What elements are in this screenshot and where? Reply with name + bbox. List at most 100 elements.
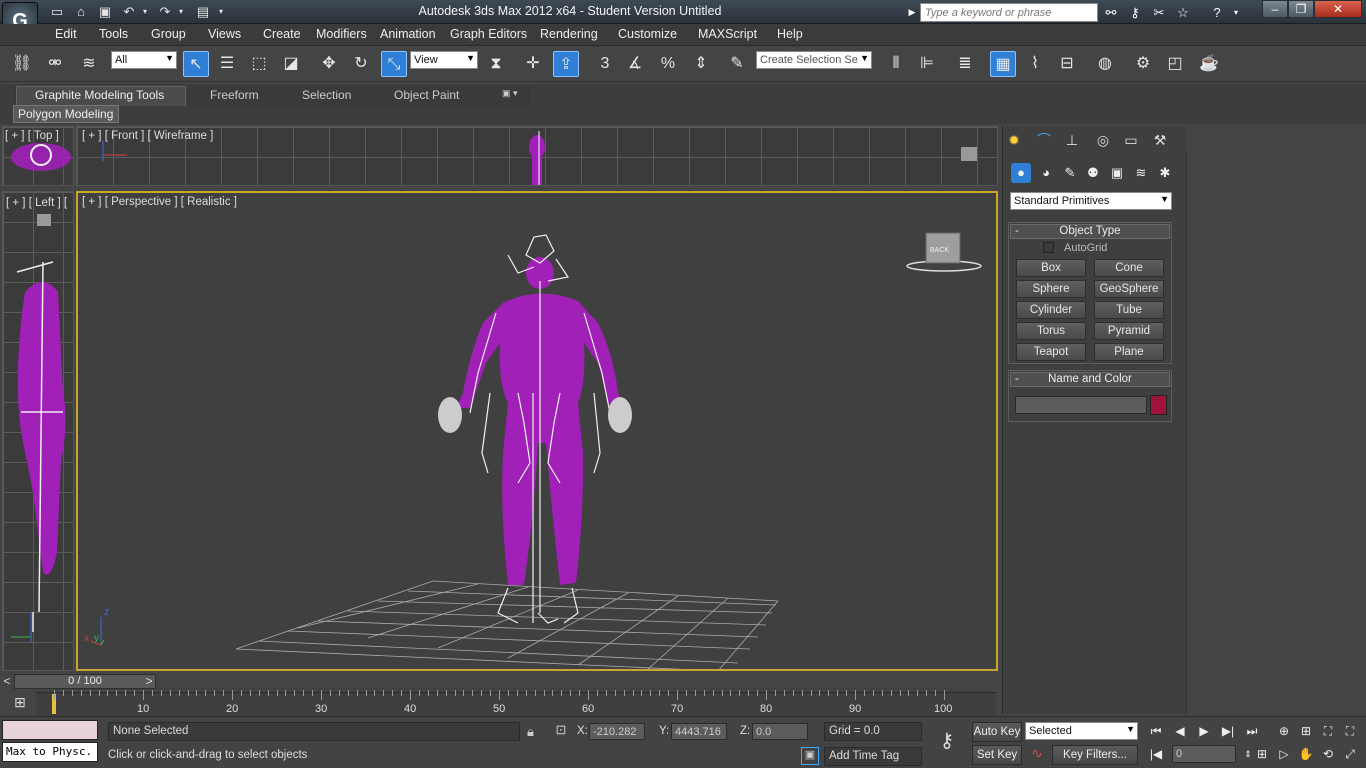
polygon-modeling-panel[interactable]: Polygon Modeling — [13, 105, 119, 123]
menu-help[interactable]: Help — [777, 27, 803, 41]
display-tab-icon[interactable]: ▭ — [1121, 130, 1141, 150]
torus-button[interactable]: Torus — [1016, 322, 1086, 340]
zoom-icon[interactable]: ⊕ — [1274, 721, 1294, 741]
time-tag-icon[interactable]: ▣ — [801, 747, 819, 765]
auto-key-button[interactable]: Auto Key — [972, 722, 1022, 742]
menu-customize[interactable]: Customize — [618, 27, 677, 41]
select-by-name-icon[interactable]: ☰ — [214, 51, 240, 77]
current-frame-field[interactable]: 0 — [1172, 745, 1236, 763]
viewport-left[interactable] — [2, 191, 74, 671]
undo-dropdown-icon[interactable]: ▾ — [140, 3, 150, 20]
zoom-extents-icon[interactable]: ⛶ — [1318, 721, 1338, 741]
bind-to-space-warp-icon[interactable]: ≋ — [76, 51, 102, 77]
menu-graph-editors[interactable]: Graph Editors — [450, 27, 527, 41]
rectangular-selection-icon[interactable]: ⬚ — [246, 51, 272, 77]
cameras-icon[interactable]: ⚉ — [1083, 163, 1103, 183]
motion-tab-icon[interactable]: ◎ — [1093, 130, 1113, 150]
time-slider[interactable]: 0 / 100 — [14, 674, 156, 689]
angle-snap-icon[interactable]: ∡ — [622, 51, 648, 77]
viewport-left-label[interactable]: [ + ] [ Left ] [ — [6, 197, 67, 209]
maximize-viewport-icon[interactable]: ⤢ — [1340, 744, 1360, 764]
hierarchy-tab-icon[interactable]: ⊥ — [1062, 130, 1082, 150]
zoom-extents-all-icon[interactable]: ⛶ — [1340, 721, 1360, 741]
spinner-snap-icon[interactable]: ⇕ — [688, 51, 714, 77]
go-to-start-icon[interactable]: ⏮ — [1146, 721, 1166, 741]
maxscript-listener-input[interactable] — [2, 720, 98, 740]
set-key-icon[interactable]: ⚷ — [932, 728, 962, 756]
menu-group[interactable]: Group — [151, 27, 186, 41]
menu-animation[interactable]: Animation — [380, 27, 436, 41]
menu-tools[interactable]: Tools — [99, 27, 128, 41]
viewport-perspective-label[interactable]: [ + ] [ Perspective ] [ Realistic ] — [82, 196, 237, 208]
menu-create[interactable]: Create — [263, 27, 301, 41]
snaps-toggle-icon[interactable]: 3 — [592, 51, 618, 77]
select-and-rotate-icon[interactable]: ↻ — [348, 51, 374, 77]
favorites-star-icon[interactable]: ☆ — [1174, 4, 1192, 21]
keyboard-shortcut-override-icon[interactable]: ⇪ — [553, 51, 579, 77]
select-and-link-icon[interactable]: ⛓ — [9, 51, 35, 77]
menu-rendering[interactable]: Rendering — [540, 27, 598, 41]
box-button[interactable]: Box — [1016, 259, 1086, 277]
shapes-icon[interactable]: ◕ — [1036, 163, 1056, 183]
select-object-icon[interactable]: ↖ — [183, 51, 209, 77]
help-icon[interactable]: ? — [1208, 4, 1226, 21]
track-bar-toggle-icon[interactable]: ⊞ — [8, 694, 32, 714]
absolute-mode-icon[interactable]: ⊡ — [552, 722, 570, 740]
key-mode-dropdown[interactable]: Selected ▼ — [1025, 722, 1138, 740]
key-mode-toggle-icon[interactable]: |◀ — [1146, 744, 1166, 764]
cylinder-button[interactable]: Cylinder — [1016, 301, 1086, 319]
menu-views[interactable]: Views — [208, 27, 241, 41]
maxscript-output[interactable]: Max to Physc. — [2, 742, 98, 762]
tube-button[interactable]: Tube — [1094, 301, 1164, 319]
tab-object-paint[interactable]: Object Paint — [394, 88, 459, 102]
unlink-selection-icon[interactable]: ⚮ — [42, 51, 68, 77]
key-tangent-icon[interactable]: ∿ — [1028, 745, 1046, 765]
time-slider-next[interactable]: > — [142, 674, 156, 689]
plane-button[interactable]: Plane — [1094, 343, 1164, 361]
align-icon[interactable]: ⊫ — [914, 51, 940, 77]
menu-edit[interactable]: Edit — [55, 27, 77, 41]
tab-freeform[interactable]: Freeform — [210, 88, 259, 102]
viewcube[interactable]: BACK — [906, 232, 982, 272]
name-color-header[interactable]: - Name and Color — [1010, 372, 1170, 387]
render-production-icon[interactable]: ☕ — [1196, 51, 1222, 77]
infocenter-search-input[interactable]: Type a keyword or phrase — [920, 3, 1098, 22]
utilities-tab-icon[interactable]: ⚒ — [1150, 130, 1170, 150]
new-file-icon[interactable]: ▭ — [48, 3, 66, 20]
lights-icon[interactable]: ✎ — [1060, 163, 1080, 183]
curve-editor-icon[interactable]: ⌇ — [1022, 51, 1048, 77]
object-name-field[interactable] — [1015, 396, 1147, 414]
rendered-frame-window-icon[interactable]: ◰ — [1162, 51, 1188, 77]
redo-icon[interactable]: ↷ — [156, 3, 174, 20]
sphere-button[interactable]: Sphere — [1016, 280, 1086, 298]
restore-button[interactable]: ❐ — [1288, 0, 1314, 18]
orbit-icon[interactable]: ⟲ — [1318, 744, 1338, 764]
select-and-move-icon[interactable]: ✥ — [316, 51, 342, 77]
material-editor-icon[interactable]: ◍ — [1092, 51, 1118, 77]
menu-modifiers[interactable]: Modifiers — [316, 27, 367, 41]
quick-access-dropdown-icon[interactable]: ▾ — [214, 3, 228, 20]
project-folder-icon[interactable]: ▤ — [194, 3, 212, 20]
select-and-scale-icon[interactable]: ⤡ — [381, 51, 407, 77]
selection-filter-dropdown[interactable]: All ▼ — [111, 51, 177, 69]
minimize-button[interactable]: – — [1262, 0, 1288, 18]
render-setup-icon[interactable]: ⚙ — [1130, 51, 1156, 77]
undo-icon[interactable]: ↶ — [120, 3, 138, 20]
selection-lock-icon[interactable]: 🔒︎ — [527, 724, 534, 740]
x-coordinate-field[interactable]: -210.282 — [589, 723, 645, 740]
systems-icon[interactable]: ✱ — [1155, 163, 1175, 183]
named-selection-sets-input[interactable]: Create Selection Se ▼ — [756, 51, 872, 69]
pan-view-icon[interactable]: ✋ — [1296, 744, 1316, 764]
previous-frame-icon[interactable]: ◀ — [1170, 721, 1190, 741]
tab-graphite-modeling-tools[interactable]: Graphite Modeling Tools — [35, 88, 164, 102]
helpers-icon[interactable]: ▣ — [1107, 163, 1127, 183]
z-coordinate-field[interactable]: 0.0 — [752, 723, 808, 740]
go-to-end-icon[interactable]: ⏭ — [1242, 721, 1262, 741]
reference-coordinate-dropdown[interactable]: View ▼ — [410, 51, 478, 69]
teapot-button[interactable]: Teapot — [1016, 343, 1086, 361]
close-button[interactable]: ✕ — [1314, 0, 1362, 18]
layer-manager-icon[interactable]: ≣ — [952, 51, 978, 77]
percent-snap-icon[interactable]: % — [655, 51, 681, 77]
geosphere-button[interactable]: GeoSphere — [1094, 280, 1164, 298]
ribbon-options-icon[interactable]: ▣ ▾ — [502, 88, 518, 99]
